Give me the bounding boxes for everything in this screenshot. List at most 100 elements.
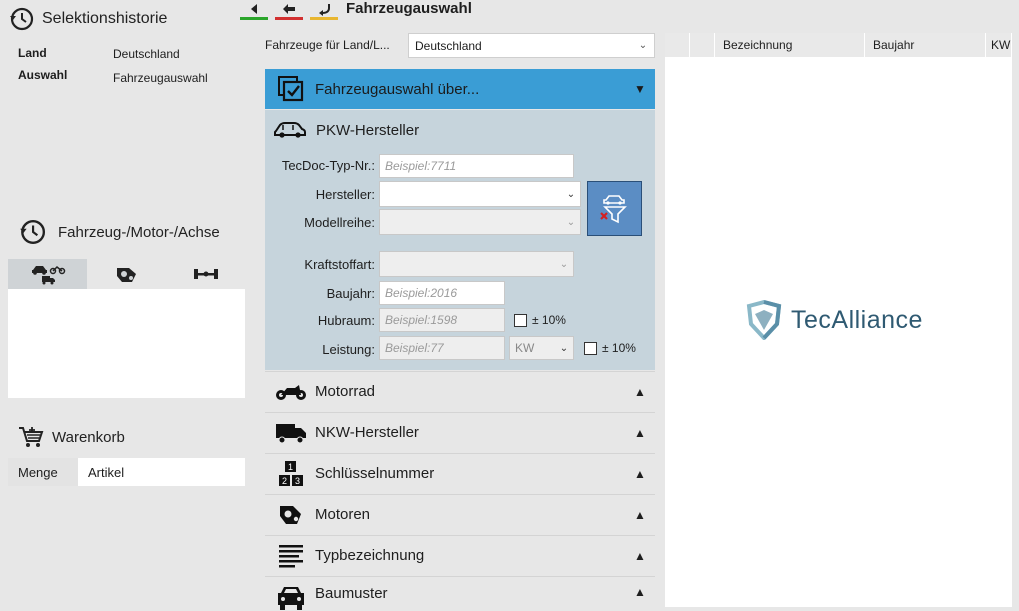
cart-icon [19, 427, 44, 447]
chevron-up-icon: ▲ [634, 548, 646, 563]
vehicle-history-tabs [8, 259, 245, 289]
svg-text:1: 1 [288, 462, 293, 472]
history-key-land: Land [18, 46, 47, 60]
cart-table-header: Menge Artikel [8, 458, 245, 486]
chevron-up-icon: ▲ [634, 384, 646, 399]
results-grid-header: Bezeichnung Baujahr KW [665, 33, 1012, 57]
grid-column-kw[interactable]: KW [986, 33, 1012, 57]
grid-column-blank-1[interactable] [665, 33, 690, 57]
displacement-placeholder: Beispiel:1598 [385, 313, 458, 327]
page-title: Fahrzeugauswahl [346, 0, 472, 17]
chevron-up-icon: ▲ [634, 585, 646, 599]
grid-column-baujahr[interactable]: Baujahr [865, 33, 986, 57]
country-select[interactable]: Deutschland ⌄ [408, 33, 655, 58]
accordion-typbezeichnung[interactable]: Typbezeichnung ▲ [265, 535, 655, 575]
number-blocks-icon: 1 2 3 [279, 460, 303, 486]
tecalliance-logo: TecAlliance [745, 300, 923, 340]
motorcycle-icon [276, 384, 306, 400]
manufacturer-label: Hersteller: [315, 187, 375, 202]
clear-filter-button[interactable] [587, 181, 642, 236]
chevron-down-icon: ⌄ [638, 40, 648, 51]
cart-column-artikel[interactable]: Artikel [78, 458, 245, 486]
engine-icon [116, 268, 136, 282]
grid-column-blank-2[interactable] [690, 33, 715, 57]
engine-icon [280, 505, 301, 524]
car-bike-truck-icon [31, 265, 65, 285]
accordion-schluesselnummer[interactable]: 1 2 3 Schlüsselnummer ▲ [265, 453, 655, 493]
power-tolerance-checkbox[interactable] [584, 342, 597, 355]
accordion-vehicle-selection[interactable]: Fahrzeugauswahl über... ▼ [265, 69, 655, 109]
svg-text:2: 2 [282, 476, 287, 486]
fuel-select[interactable]: ⌄ [379, 251, 574, 277]
undo-button[interactable] [310, 0, 338, 20]
accordion-nkw-label: NKW-Hersteller [315, 424, 419, 441]
fuel-label: Kraftstoffart: [304, 257, 375, 272]
displacement-tolerance-label: ± 10% [532, 313, 566, 327]
power-placeholder: Beispiel:77 [385, 341, 444, 355]
cart-title: Warenkorb [52, 428, 125, 446]
chevron-up-icon: ▲ [634, 466, 646, 481]
cart-column-menge[interactable]: Menge [8, 458, 78, 486]
tecalliance-wordmark: TecAlliance [791, 305, 923, 334]
displacement-tolerance-checkbox[interactable] [514, 314, 527, 327]
history-icon [20, 220, 46, 244]
car-icon [274, 122, 306, 138]
accordion-baumuster[interactable]: Baumuster ▲ [265, 576, 655, 610]
history-title: Selektionshistorie [42, 10, 168, 27]
tab-axles[interactable] [166, 259, 245, 289]
vehicle-history-header: Fahrzeug-/Motor-/Achse [18, 218, 220, 246]
displacement-label: Hubraum: [317, 313, 375, 328]
power-unit-select[interactable]: KW ⌄ [509, 336, 574, 360]
chevron-down-icon: ⌄ [559, 258, 569, 270]
displacement-input[interactable]: Beispiel:1598 [379, 308, 505, 332]
chevron-up-icon: ▲ [634, 507, 646, 522]
year-label: Baujahr: [326, 286, 375, 301]
history-header: Selektionshistorie [8, 6, 167, 32]
back-first-button[interactable] [240, 0, 268, 20]
accordion-schluesselnummer-label: Schlüsselnummer [315, 465, 435, 482]
svg-text:3: 3 [295, 476, 300, 486]
tab-vehicles[interactable] [8, 259, 87, 289]
chevron-down-icon: ▼ [634, 82, 646, 96]
manufacturer-select[interactable]: ⌄ [379, 181, 581, 207]
history-value-land[interactable]: Deutschland [113, 47, 180, 61]
history-key-auswahl: Auswahl [18, 68, 68, 82]
chevron-down-icon: ⌄ [566, 188, 576, 200]
cart-header: Warenkorb [18, 425, 125, 449]
tecdoc-input[interactable]: Beispiel:7711 [379, 154, 574, 178]
accordion-motorrad[interactable]: Motorrad ▲ [265, 371, 655, 411]
year-input[interactable]: Beispiel:2016 [379, 281, 505, 305]
power-tolerance-label: ± 10% [602, 341, 636, 355]
history-value-auswahl[interactable]: Fahrzeugauswahl [113, 71, 208, 85]
accordion-motorrad-label: Motorrad [315, 383, 376, 400]
power-unit-value: KW [515, 341, 535, 355]
chevron-down-icon: ⌄ [566, 216, 576, 228]
left-panel: Selektionshistorie Land Deutschland Ausw… [0, 0, 255, 609]
tecdoc-placeholder: Beispiel:7711 [385, 159, 457, 173]
model-select[interactable]: ⌄ [379, 209, 581, 235]
pkw-section-header: PKW-Hersteller [274, 121, 419, 139]
model-label: Modellreihe: [304, 215, 375, 230]
vehicle-history-title: Fahrzeug-/Motor-/Achse [58, 223, 220, 241]
grid-column-bezeichnung[interactable]: Bezeichnung [715, 33, 865, 57]
car-front-icon [278, 587, 304, 610]
power-label: Leistung: [322, 342, 375, 357]
accordion-motoren-label: Motoren [315, 506, 371, 523]
accordion-motoren[interactable]: Motoren ▲ [265, 494, 655, 534]
country-select-value: Deutschland [415, 38, 482, 53]
country-label: Fahrzeuge für Land/L... [265, 38, 390, 52]
axle-icon [193, 269, 218, 279]
tecalliance-shield-icon [746, 300, 782, 340]
back-button[interactable] [275, 0, 303, 20]
history-icon [10, 7, 34, 31]
accordion-baumuster-label: Baumuster [315, 585, 388, 602]
accordion-nkw[interactable]: NKW-Hersteller ▲ [265, 412, 655, 452]
tab-engines[interactable] [87, 259, 166, 289]
vehicle-history-list[interactable] [8, 289, 245, 398]
power-input[interactable]: Beispiel:77 [379, 336, 505, 360]
undo-icon [319, 3, 330, 16]
car-filter-clear-icon [599, 194, 627, 223]
checkbox-stack-icon [274, 75, 308, 103]
year-placeholder: Beispiel:2016 [385, 286, 458, 300]
arrow-left-icon [283, 3, 295, 14]
